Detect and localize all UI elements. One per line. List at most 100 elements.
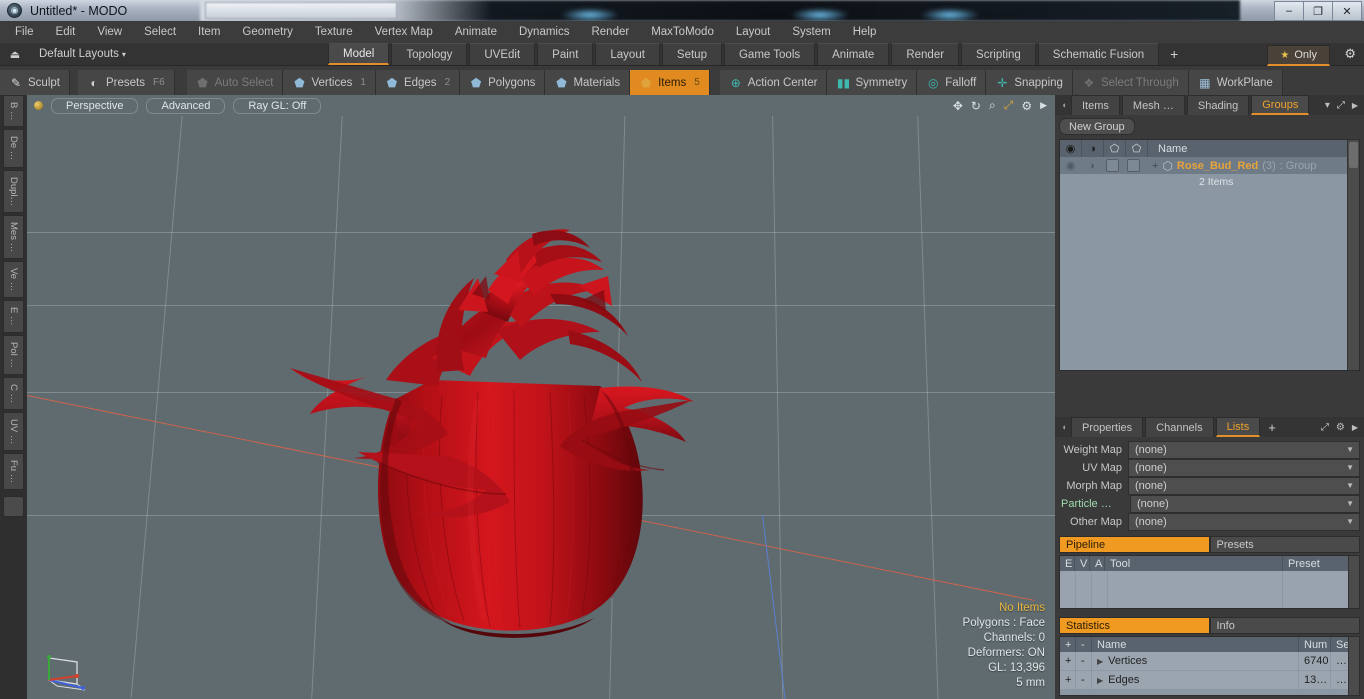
toolbar-materials[interactable]: ⬟ Materials	[545, 70, 631, 95]
toolbar-action-center[interactable]: ⊕ Action Center	[719, 70, 828, 95]
menu-item-layout[interactable]: Layout	[725, 23, 782, 41]
left-tab-fusion[interactable]: Fu …	[3, 452, 24, 491]
uv-map-dropdown[interactable]: (none) ▼	[1128, 458, 1360, 477]
menu-item-dynamics[interactable]: Dynamics	[508, 23, 580, 41]
left-tab-duplicate[interactable]: Dupl…	[3, 169, 24, 213]
tab-layout[interactable]: Layout	[595, 43, 660, 65]
panel-menu-dot[interactable]: ◖	[1057, 417, 1071, 437]
left-tab-polygon[interactable]: Pol …	[3, 334, 24, 375]
tab-channels[interactable]: Channels	[1145, 417, 1214, 437]
viewport-raygl-selector[interactable]: Ray GL: Off	[233, 97, 322, 114]
viewport-menu-dot[interactable]	[34, 101, 43, 110]
left-tab-uv[interactable]: UV …	[3, 411, 24, 451]
add-tab-button[interactable]: +	[1161, 43, 1187, 65]
statistics-tab[interactable]: Statistics	[1059, 617, 1210, 634]
only-toggle-button[interactable]: ★ Only	[1267, 45, 1330, 66]
toolbar-select-through[interactable]: ❖ Select Through	[1072, 70, 1189, 95]
row-eye-icon[interactable]: ◉	[1060, 157, 1081, 174]
tab-shading[interactable]: Shading	[1186, 95, 1250, 115]
menu-item-system[interactable]: System	[781, 23, 841, 41]
toolbar-edges[interactable]: ⬟ Edges 2	[375, 70, 461, 95]
triangle-right-icon[interactable]: ▶	[1097, 676, 1103, 685]
tab-items[interactable]: Items	[1071, 95, 1120, 115]
arrow-right-icon[interactable]: ▶	[1352, 423, 1358, 432]
row-wire-checkbox[interactable]	[1123, 157, 1144, 174]
toolbar-snapping[interactable]: ✛ Snapping	[986, 70, 1073, 95]
tab-mesh[interactable]: Mesh …	[1121, 95, 1185, 115]
table-row[interactable]: + - ▶ Vertices 6740 …	[1060, 652, 1359, 671]
menu-item-maxtomodo[interactable]: MaxToModo	[640, 23, 725, 41]
presets-tab[interactable]: Presets	[1209, 536, 1360, 553]
statistics-scrollbar[interactable]	[1348, 637, 1359, 695]
table-row[interactable]: ◉ ◑ + ⬡ Rose_Bud_Red (3) : Group	[1060, 157, 1359, 174]
gear-icon[interactable]: ⚙	[1336, 422, 1345, 433]
3d-viewport[interactable]: Perspective Advanced Ray GL: Off ✥ ↻ ⌕ ⤢…	[27, 95, 1055, 699]
tab-properties[interactable]: Properties	[1071, 417, 1144, 437]
pipeline-table[interactable]: E V A Tool Preset	[1059, 555, 1360, 609]
maximize-icon[interactable]: ⤢	[1004, 98, 1014, 113]
table-row[interactable]: + - ▶ Edges 13… …	[1060, 671, 1359, 690]
toolbar-presets[interactable]: ◐ Presets F6	[77, 70, 175, 95]
left-tab-basic[interactable]: B …	[3, 95, 24, 128]
menu-item-file[interactable]: File	[4, 23, 45, 41]
tab-groups[interactable]: Groups	[1251, 95, 1310, 115]
rotate-icon[interactable]: ↻	[971, 99, 981, 113]
gear-icon[interactable]: ⚙	[1021, 99, 1032, 113]
tab-scripting[interactable]: Scripting	[961, 43, 1036, 65]
expand-icon[interactable]: ⤢	[1337, 100, 1345, 111]
row-shade-checkbox[interactable]	[1102, 157, 1123, 174]
other-map-dropdown[interactable]: (none) ▼	[1128, 512, 1360, 531]
row-render-icon[interactable]: ◑	[1081, 157, 1102, 174]
groups-list-scrollbar[interactable]	[1347, 140, 1359, 370]
restore-button[interactable]: ❐	[1303, 1, 1332, 21]
tab-animate[interactable]: Animate	[817, 43, 890, 65]
tab-game-tools[interactable]: Game Tools	[723, 43, 816, 65]
left-tab-curve[interactable]: C …	[3, 376, 24, 410]
add-panel-tab-button[interactable]: +	[1262, 417, 1282, 437]
rose-3d-model[interactable]	[282, 190, 712, 655]
home-icon[interactable]: ⏏	[5, 46, 25, 62]
axis-gizmo[interactable]	[37, 650, 93, 694]
menu-item-help[interactable]: Help	[842, 23, 888, 41]
toolbar-vertices[interactable]: ⬟ Vertices 1	[283, 70, 376, 95]
tab-setup[interactable]: Setup	[661, 43, 722, 65]
move-icon[interactable]: ✥	[953, 99, 963, 113]
menu-item-item[interactable]: Item	[187, 23, 231, 41]
scrollbar-thumb[interactable]	[1349, 142, 1358, 168]
gear-icon[interactable]: ⚙	[1344, 46, 1356, 62]
tab-topology[interactable]: Topology	[391, 43, 468, 65]
menu-item-vertex-map[interactable]: Vertex Map	[364, 23, 444, 41]
panel-menu-dot[interactable]: ◖	[1057, 95, 1071, 115]
tab-paint[interactable]: Paint	[537, 43, 594, 65]
toolbar-items[interactable]: ⬟ Items 5	[630, 70, 710, 95]
tab-render[interactable]: Render	[891, 43, 960, 65]
tab-lists[interactable]: Lists	[1215, 417, 1261, 437]
menu-item-animate[interactable]: Animate	[444, 23, 508, 41]
arrow-right-icon[interactable]: ▶	[1040, 100, 1047, 111]
menu-item-select[interactable]: Select	[133, 23, 187, 41]
new-group-button[interactable]: New Group	[1059, 118, 1135, 135]
close-button[interactable]: ✕	[1332, 1, 1362, 21]
statistics-table[interactable]: + - Name Num Sel + - ▶ Vertices 6740 … +…	[1059, 636, 1360, 696]
menu-item-geometry[interactable]: Geometry	[231, 23, 304, 41]
toolbar-polygons[interactable]: ⬟ Polygons	[460, 70, 546, 95]
stats-row-plus-vertices[interactable]: +	[1060, 652, 1076, 670]
pipeline-tab[interactable]: Pipeline	[1059, 536, 1210, 553]
tab-uvedit[interactable]: UVEdit	[469, 43, 536, 65]
minimize-button[interactable]: –	[1274, 1, 1303, 21]
left-tab-edge[interactable]: E …	[3, 300, 24, 333]
tab-schematic-fusion[interactable]: Schematic Fusion	[1037, 43, 1160, 65]
viewport-camera-selector[interactable]: Perspective	[51, 97, 139, 114]
stats-row-minus-vertices[interactable]: -	[1076, 652, 1092, 670]
groups-list[interactable]: ◉ ◑ ⬠ ⬠ Name ◉ ◑ + ⬡ Rose_Bud_Red (3) : …	[1059, 139, 1360, 371]
toolbar-symmetry[interactable]: ▮▮ Symmetry	[827, 70, 918, 95]
menu-item-view[interactable]: View	[86, 23, 133, 41]
info-tab[interactable]: Info	[1209, 617, 1360, 634]
morph-map-dropdown[interactable]: (none) ▼	[1128, 476, 1360, 495]
triangle-right-icon[interactable]: ▶	[1097, 657, 1103, 666]
zoom-icon[interactable]: ⌕	[989, 98, 996, 113]
menu-item-render[interactable]: Render	[580, 23, 640, 41]
left-tab-vertex[interactable]: Ve …	[3, 260, 24, 299]
menu-item-edit[interactable]: Edit	[45, 23, 87, 41]
particle-map-dropdown[interactable]: (none) ▼	[1130, 494, 1360, 513]
